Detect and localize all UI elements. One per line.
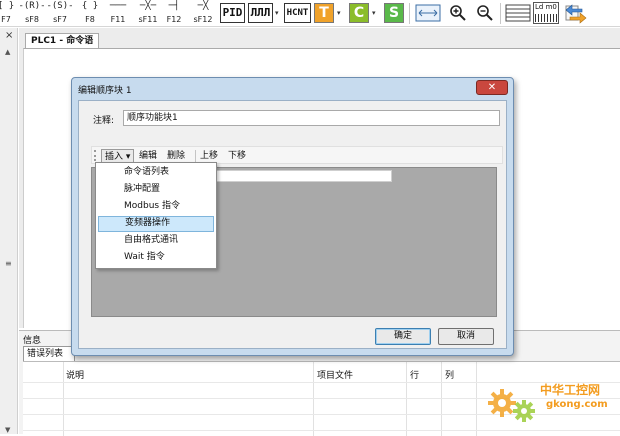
menu-item-pulse-config[interactable]: 脉冲配置 <box>98 182 214 198</box>
watermark-en-text: gkong.com <box>546 399 608 410</box>
swap-icon[interactable] <box>564 3 588 24</box>
ladder-grid-icon[interactable] <box>505 3 531 23</box>
toolbar-reset-coil-button[interactable]: -(R)- sF8 <box>18 0 46 27</box>
toolbar-hline-button[interactable]: ─── F11 <box>104 0 132 27</box>
toolbar-coil-button[interactable]: [ } F7 <box>0 0 20 27</box>
toolbar-separator <box>409 3 410 24</box>
ld-pattern <box>535 14 557 22</box>
toolbar-set-coil-button[interactable]: -(S)- sF7 <box>46 0 74 27</box>
toolbar-grip-icon[interactable] <box>94 150 96 161</box>
hcnt-button[interactable]: HCNT <box>284 3 311 23</box>
column-header-project-file[interactable]: 项目文件 <box>317 368 353 381</box>
gkong-watermark-logo: 中华工控网 gkong.com <box>484 373 620 434</box>
column-header-description[interactable]: 说明 <box>66 368 84 381</box>
step-button[interactable]: S <box>384 3 404 23</box>
toolbar-function-block-button[interactable]: { } F8 <box>76 0 104 27</box>
toolbar-delete-vline-button[interactable]: ─╳ sF12 <box>189 0 217 27</box>
scroll-down-icon[interactable]: ▼ <box>5 426 10 434</box>
menu-item-modbus[interactable]: Modbus 指令 <box>98 199 214 215</box>
insert-dropdown-menu: 命令语列表 脉冲配置 Modbus 指令 变频器操作 自由格式通讯 Wait 指… <box>95 162 217 269</box>
scroll-up-icon[interactable]: ▲ <box>5 48 10 56</box>
pulse-dropdown-icon[interactable]: ▾ <box>275 9 279 17</box>
counter-button[interactable]: C <box>349 3 369 23</box>
dialog-title: 编辑顺序块 1 <box>78 86 132 96</box>
timer-dropdown-icon[interactable]: ▾ <box>337 9 341 17</box>
gear-icon <box>488 389 535 422</box>
toolbar-separator <box>500 3 501 24</box>
toolbar-delete-hline-button[interactable]: ─╳─ sF11 <box>134 0 162 27</box>
counter-dropdown-icon[interactable]: ▾ <box>372 9 376 17</box>
ok-button[interactable]: 确定 <box>375 328 431 345</box>
comment-label: 注释: <box>93 116 115 126</box>
tab-error-list[interactable]: 错误列表 <box>23 346 75 361</box>
insert-button[interactable]: 插入 ▾ <box>101 149 135 163</box>
watermark-cn-text: 中华工控网 <box>540 383 601 397</box>
fit-window-icon[interactable] <box>415 3 441 23</box>
edit-button[interactable]: 编辑 <box>139 149 157 163</box>
chevron-down-icon: ▾ <box>125 152 131 162</box>
info-panel-title: 信息 <box>23 336 42 346</box>
close-icon[interactable]: ✕ <box>476 80 508 95</box>
comment-input[interactable]: 顺序功能块1 <box>123 110 500 126</box>
toolbar-separator <box>195 150 196 162</box>
menu-item-wait[interactable]: Wait 指令 <box>98 250 214 266</box>
main-toolbar: [ } F7 -(R)- sF8 -(S)- sF7 { } F8 ─── F1… <box>0 0 620 27</box>
column-header-line[interactable]: 行 <box>410 368 419 381</box>
splitter-handle-icon[interactable]: ≡ <box>5 259 12 268</box>
toolbar-vline-button[interactable]: ─┤ F12 <box>160 0 188 27</box>
left-panel-strip: × ▲ ≡ ▼ <box>0 28 18 434</box>
menu-item-free-format-comm[interactable]: 自由格式通讯 <box>98 233 214 249</box>
menu-item-inverter-operation[interactable]: 变频器操作 <box>98 216 214 232</box>
pulse-button[interactable]: ЛЛЛ <box>248 3 273 23</box>
move-down-button[interactable]: 下移 <box>228 149 246 163</box>
tab-plc1-commands[interactable]: PLC1 - 命令语 <box>25 33 100 49</box>
delete-button[interactable]: 删除 <box>167 149 185 163</box>
pid-button[interactable]: PID <box>220 3 245 23</box>
zoom-out-icon[interactable] <box>475 3 495 23</box>
ld-m0-button[interactable]: Ld m0 <box>533 2 559 24</box>
move-up-button[interactable]: 上移 <box>200 149 218 163</box>
timer-button[interactable]: T <box>314 3 334 23</box>
cancel-button[interactable]: 取消 <box>438 328 494 345</box>
column-header-column[interactable]: 列 <box>445 368 454 381</box>
zoom-in-icon[interactable] <box>448 3 468 23</box>
menu-item-command-list[interactable]: 命令语列表 <box>98 165 214 181</box>
close-panel-icon[interactable]: × <box>5 30 13 41</box>
